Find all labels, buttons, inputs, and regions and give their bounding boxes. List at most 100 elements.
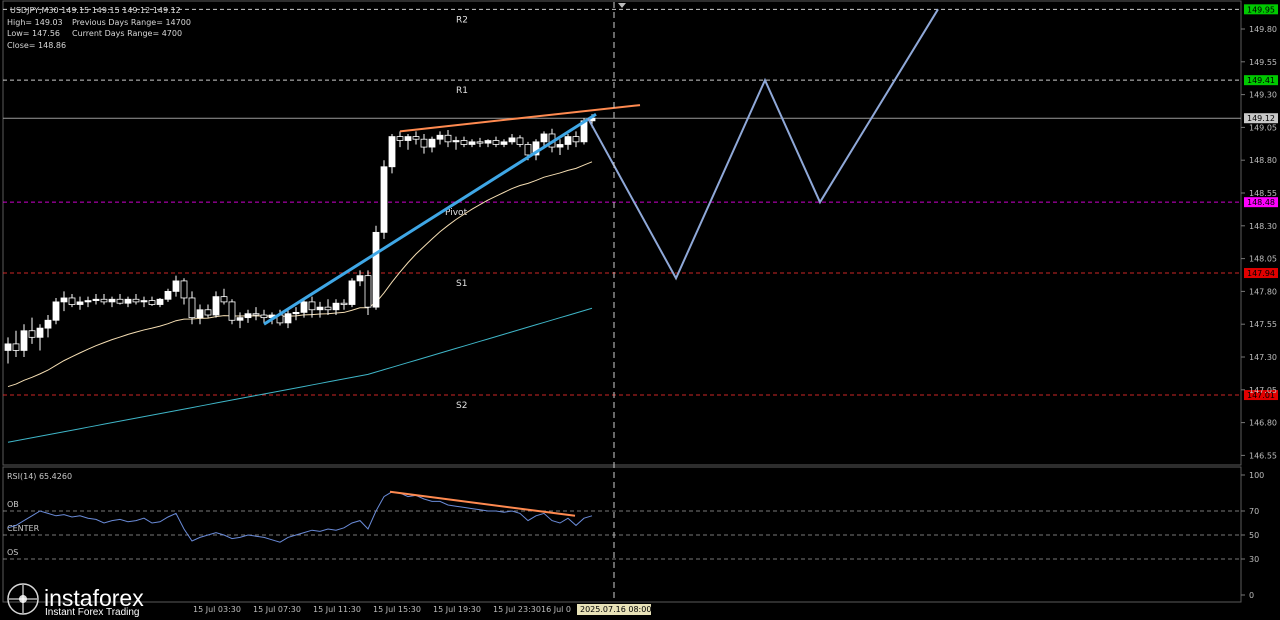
prev-range-text: Previous Days Range= 14700 (72, 18, 191, 27)
candle-bull (196, 309, 204, 319)
candle-bull (508, 137, 516, 143)
price-tick-label: 147.30 (1249, 353, 1277, 362)
level-label-s2: S2 (456, 401, 467, 411)
rsi-level-label: OB (7, 500, 19, 509)
candle-bull (60, 297, 68, 303)
rsi-tick-label: 30 (1249, 555, 1259, 564)
candle-bull (172, 280, 180, 292)
level-tag: 149.95 (1247, 5, 1275, 14)
candle-bull (284, 313, 292, 324)
price-tick-label: 147.55 (1249, 320, 1277, 329)
candle-bull (76, 301, 84, 305)
candle-bull (292, 311, 300, 315)
candle-bull (436, 134, 444, 140)
price-tick-label: 148.30 (1249, 222, 1277, 231)
candle-bull (388, 136, 396, 168)
candle-bear (204, 309, 212, 316)
candle-bull (348, 280, 356, 305)
price-tick-label: 148.80 (1249, 156, 1277, 165)
close-text: Close= 148.86 (7, 41, 66, 50)
candle-bull (484, 140, 492, 144)
candle-bear (132, 298, 140, 303)
candle-bull (244, 313, 252, 319)
time-tick-label: 15 Jul 03:30 (193, 605, 241, 614)
level-tag: 148.48 (1247, 198, 1275, 207)
candle-bull (428, 138, 436, 148)
candle-bull (468, 141, 476, 145)
price-tick-label: 148.05 (1249, 255, 1277, 264)
candle-bull (564, 136, 572, 145)
time-tick-label: 15 Jul 07:30 (253, 605, 301, 614)
price-tick-label: 148.55 (1249, 189, 1277, 198)
price-tick-label: 147.05 (1249, 386, 1277, 395)
candle-bear (524, 144, 532, 156)
ma-fast-line (7, 161, 593, 388)
level-tag: 147.94 (1247, 269, 1275, 278)
candle-bear (68, 297, 76, 305)
candle-bear (252, 313, 260, 316)
rsi-divergence-line (389, 490, 576, 517)
candle-bull (452, 140, 460, 143)
projection-path (587, 8, 939, 281)
chart-canvas[interactable]: R2 149.95 R1 149.41 Pivot 148.48 S1 147.94 S2 147… (0, 0, 1280, 620)
candle-bull (20, 330, 28, 351)
candle-bull (212, 296, 220, 316)
logo-tagline: Instant Forex Trading (45, 607, 140, 618)
rsi-title: RSI(14) 65.4260 (7, 472, 72, 481)
price-tick-label: 149.55 (1249, 58, 1277, 67)
cur-range-text: Current Days Range= 4700 (72, 29, 182, 38)
current-price-tag: 149.12 (1247, 114, 1275, 123)
candle-bull (300, 301, 308, 313)
rsi-tick-label: 70 (1249, 507, 1259, 516)
candle-bull (92, 298, 100, 301)
candle-bull (500, 141, 508, 145)
candle-bear (396, 136, 404, 141)
rsi-level-label: CENTER (7, 524, 40, 533)
price-tick-label: 149.05 (1249, 123, 1277, 132)
symbol-line: USDJPY,M30 149.15 149.15 149.12 149.12 (10, 6, 181, 15)
candle-bull (556, 144, 564, 148)
candle-bear (364, 275, 372, 308)
candle-bear (148, 300, 156, 305)
candle-bear (516, 137, 524, 145)
candle-bear (100, 298, 108, 303)
candle-bull (404, 136, 412, 141)
time-tick-label: 16 Jul 0 (541, 605, 571, 614)
level-tag: 149.41 (1247, 76, 1275, 85)
rsi-level-label: OS (7, 548, 18, 557)
candle-bull (540, 133, 548, 143)
candle-bull (356, 275, 364, 282)
price-tick-label: 149.30 (1249, 91, 1277, 100)
rsi-tick-label: 0 (1249, 591, 1254, 600)
time-tick-label: 15 Jul 23:30 (493, 605, 541, 614)
candle-bear (180, 280, 188, 299)
price-tick-label: 146.80 (1249, 419, 1277, 428)
candle-bear (412, 136, 420, 140)
candle-bull (164, 290, 172, 300)
low-text: Low= 147.56 (7, 29, 60, 38)
level-label-r1: R1 (456, 86, 468, 96)
candle-bull (52, 301, 60, 321)
candle-bear (116, 298, 124, 304)
level-label-pivot: Pivot (445, 208, 468, 218)
candle-bear (572, 136, 580, 143)
ma-slow-line (7, 307, 593, 443)
candle-bear (444, 134, 452, 143)
candle-bear (260, 314, 268, 319)
candle-bear (220, 296, 228, 303)
candle-bear (308, 301, 316, 311)
candle-bear (12, 343, 20, 351)
instaforex-logo: instaforex Instant Forex Trading (7, 583, 144, 618)
high-text: High= 149.03 (7, 18, 63, 27)
candle-bear (324, 306, 332, 311)
level-label-r2: R2 (456, 15, 468, 25)
candle-bull (316, 306, 324, 311)
candle-bull (84, 300, 92, 303)
cursor-time-label: 2025.07.16 08:00 (580, 605, 651, 614)
candle-bear (188, 297, 196, 319)
candle-bull (332, 302, 340, 311)
candle-bull (108, 298, 116, 303)
candle-bull (36, 327, 44, 338)
candle-bear (228, 301, 236, 321)
candle-bear (28, 330, 36, 338)
